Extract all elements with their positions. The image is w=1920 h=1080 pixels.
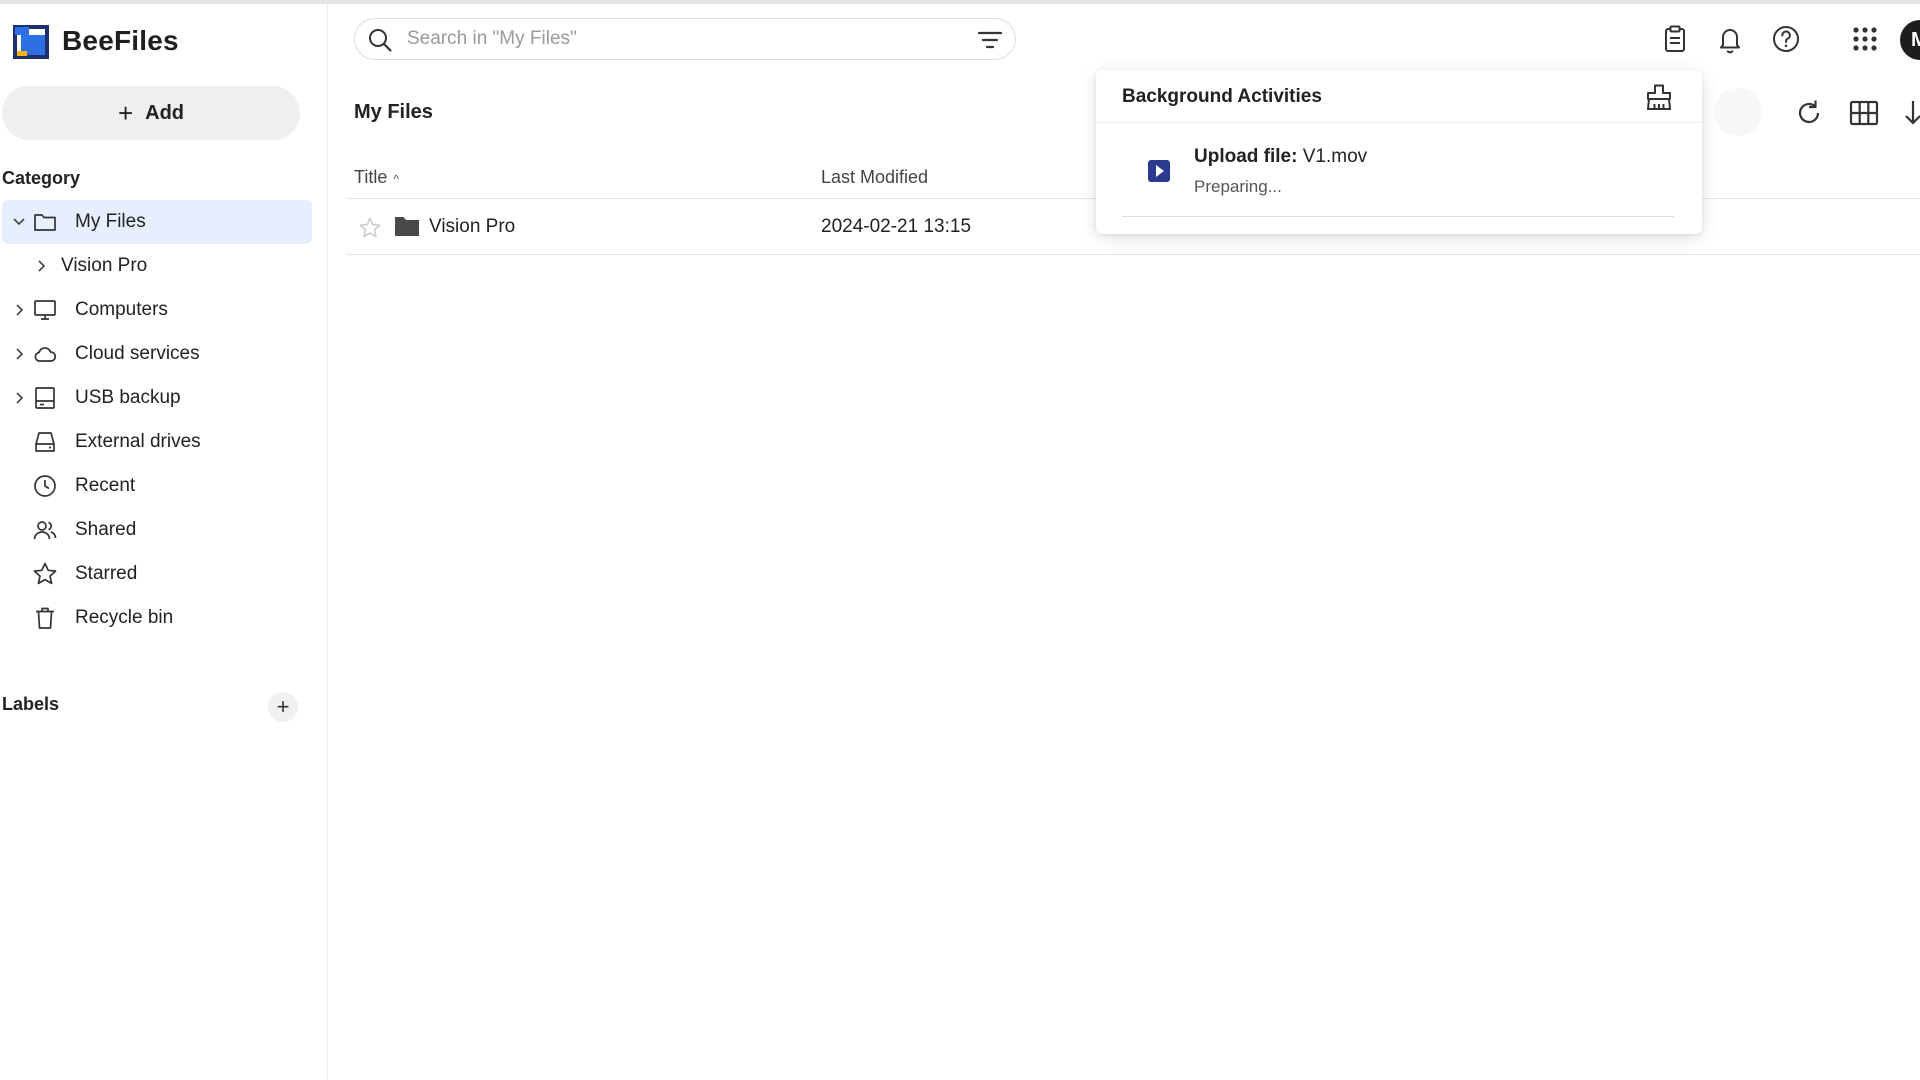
monitor-icon (34, 300, 56, 320)
sidebar-item-label: Vision Pro (61, 255, 148, 276)
avatar[interactable]: M (1900, 20, 1920, 60)
popover-title: Background Activities (1122, 86, 1322, 107)
help-icon[interactable] (1771, 24, 1801, 54)
star-icon (33, 562, 57, 585)
apps-grid-icon[interactable] (1850, 24, 1880, 54)
category-nav: My Files Vision Pro Computers Cloud serv… (2, 200, 312, 640)
star-outline-icon[interactable] (358, 216, 382, 240)
sidebar-item-recent[interactable]: Recent (2, 464, 312, 508)
sidebar: BeeFiles + Add Category My Files Vision … (0, 4, 328, 1080)
sidebar-item-external-drives[interactable]: External drives (2, 420, 312, 464)
filter-icon[interactable] (977, 28, 1003, 52)
chevron-right-icon[interactable] (32, 257, 50, 275)
folder-icon (34, 214, 56, 231)
sidebar-item-shared[interactable]: Shared (2, 508, 312, 552)
chevron-right-icon[interactable] (10, 389, 28, 407)
sidebar-item-recycle-bin[interactable]: Recycle bin (2, 596, 312, 640)
file-name: Vision Pro (429, 216, 516, 237)
sidebar-item-my-files[interactable]: My Files (2, 200, 312, 244)
sidebar-item-starred[interactable]: Starred (2, 552, 312, 596)
cloud-icon (34, 347, 57, 362)
app-name: BeeFiles (62, 25, 179, 56)
sidebar-item-label: Starred (75, 563, 138, 584)
chevron-right-icon[interactable] (10, 301, 28, 319)
sidebar-item-label: Computers (75, 299, 168, 320)
activity-progress-track (1122, 216, 1674, 217)
activity-file-name: V1.mov (1302, 146, 1368, 167)
sidebar-item-label: Recent (75, 475, 136, 496)
add-label-button[interactable]: + (268, 692, 298, 722)
hard-drive-icon (35, 432, 55, 452)
video-file-icon (1148, 160, 1170, 182)
chevron-right-icon[interactable] (10, 345, 28, 363)
sort-arrow-icon[interactable] (1900, 97, 1920, 129)
popover-divider (1096, 122, 1702, 123)
folder-filled-icon (395, 217, 419, 236)
column-header-title[interactable]: Title ^ (354, 167, 399, 188)
clipboard-icon[interactable] (1660, 24, 1690, 54)
last-modified-value: 2024-02-21 13:15 (821, 216, 972, 237)
column-title-label: Title (354, 167, 388, 187)
search-bar (354, 18, 1016, 60)
activity-status: Preparing... (1194, 177, 1282, 196)
page-title: My Files (354, 101, 433, 123)
trash-icon (36, 607, 54, 629)
bell-icon[interactable] (1715, 24, 1745, 54)
sort-ascending-icon: ^ (393, 172, 399, 186)
sidebar-item-label: My Files (75, 211, 146, 232)
sidebar-item-label: Shared (75, 519, 137, 540)
sidebar-item-label: Recycle bin (75, 607, 174, 628)
add-button-label: Add (145, 101, 185, 124)
activity-action: Upload file: (1194, 146, 1298, 167)
chevron-down-icon[interactable] (10, 213, 28, 231)
sidebar-item-label: USB backup (75, 387, 181, 408)
more-options-button[interactable] (1714, 88, 1762, 136)
people-icon (33, 521, 57, 540)
grid-view-icon[interactable] (1848, 97, 1880, 129)
usb-drive-icon (35, 387, 55, 409)
sidebar-item-vision-pro[interactable]: Vision Pro (2, 244, 312, 288)
sidebar-item-computers[interactable]: Computers (2, 288, 312, 332)
search-icon (369, 29, 392, 52)
beefiles-logo-icon (13, 25, 49, 59)
clear-activities-icon[interactable] (1644, 82, 1674, 112)
labels-title: Labels (2, 694, 60, 714)
column-header-last-modified[interactable]: Last Modified (821, 167, 928, 188)
activity-title: Upload file: V1.mov (1194, 146, 1367, 168)
refresh-icon[interactable] (1793, 97, 1825, 129)
plus-icon: + (117, 98, 134, 128)
background-activities-popover: Background Activities Upload file: V1.mo… (1096, 70, 1702, 234)
clock-icon (34, 475, 56, 497)
add-button[interactable]: + Add (2, 86, 300, 140)
search-input[interactable] (407, 23, 947, 55)
sidebar-item-label: Cloud services (75, 343, 200, 364)
sidebar-item-cloud-services[interactable]: Cloud services (2, 332, 312, 376)
brand[interactable]: BeeFiles (12, 22, 179, 60)
sidebar-item-usb-backup[interactable]: USB backup (2, 376, 312, 420)
category-title: Category (2, 168, 81, 188)
sidebar-item-label: External drives (75, 431, 201, 452)
